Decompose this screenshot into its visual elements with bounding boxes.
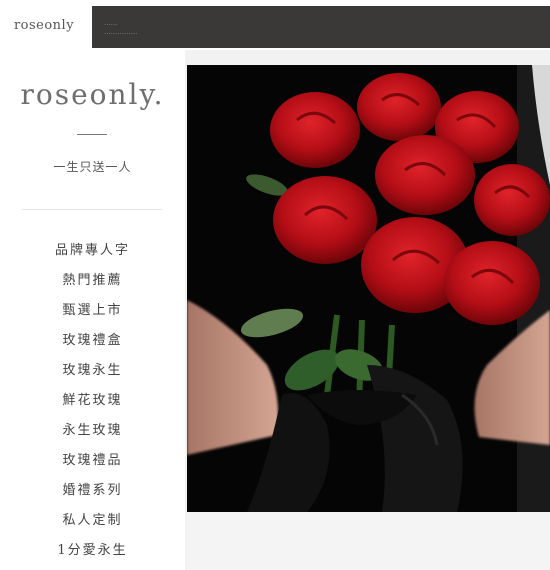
tagline: 一生只送一人 (53, 160, 132, 174)
brand-rule (77, 134, 107, 135)
sidebar-item-wedding[interactable]: 婚禮系列 (0, 476, 185, 506)
sidebar-item-love[interactable]: 1分愛永生 (0, 536, 185, 566)
header-banner: ...... ............... (92, 6, 550, 48)
header-banner-text: ...... ............... (104, 19, 137, 37)
sidebar-item-custom[interactable]: 私人定制 (0, 506, 185, 536)
hero-bottom-space (187, 512, 550, 570)
sidebar-item-rose-box[interactable]: 玫瑰禮盒 (0, 326, 185, 356)
sidebar-item-fresh-roses[interactable]: 鮮花玫瑰 (0, 386, 185, 416)
rose-bouquet-image (187, 65, 550, 512)
sidebar-item-rose-eternal[interactable]: 玫瑰永生 (0, 356, 185, 386)
sidebar-item-popular[interactable]: 熱門推薦 (0, 266, 185, 296)
header-banner-line: ............... (104, 28, 138, 36)
header-banner-line: ...... (104, 19, 118, 27)
sidebar: roseonly. 一生只送一人 品牌專人字 熱門推薦 甄選上市 玫瑰禮盒 玫瑰… (0, 50, 185, 570)
hero-image[interactable] (187, 65, 550, 512)
brand-logo[interactable]: roseonly. (0, 78, 185, 111)
top-header: roseonly ...... ............... (0, 0, 550, 50)
sidebar-menu: 品牌專人字 熱門推薦 甄選上市 玫瑰禮盒 玫瑰永生 鮮花玫瑰 永生玫瑰 玫瑰禮品… (0, 236, 185, 566)
sidebar-item-preserved[interactable]: 永生玫瑰 (0, 416, 185, 446)
sidebar-item-new[interactable]: 甄選上市 (0, 296, 185, 326)
sidebar-divider (22, 209, 162, 210)
sidebar-item-brand[interactable]: 品牌專人字 (0, 236, 185, 266)
sidebar-item-gifts[interactable]: 玫瑰禮品 (0, 446, 185, 476)
header-logo[interactable]: roseonly (0, 0, 88, 50)
